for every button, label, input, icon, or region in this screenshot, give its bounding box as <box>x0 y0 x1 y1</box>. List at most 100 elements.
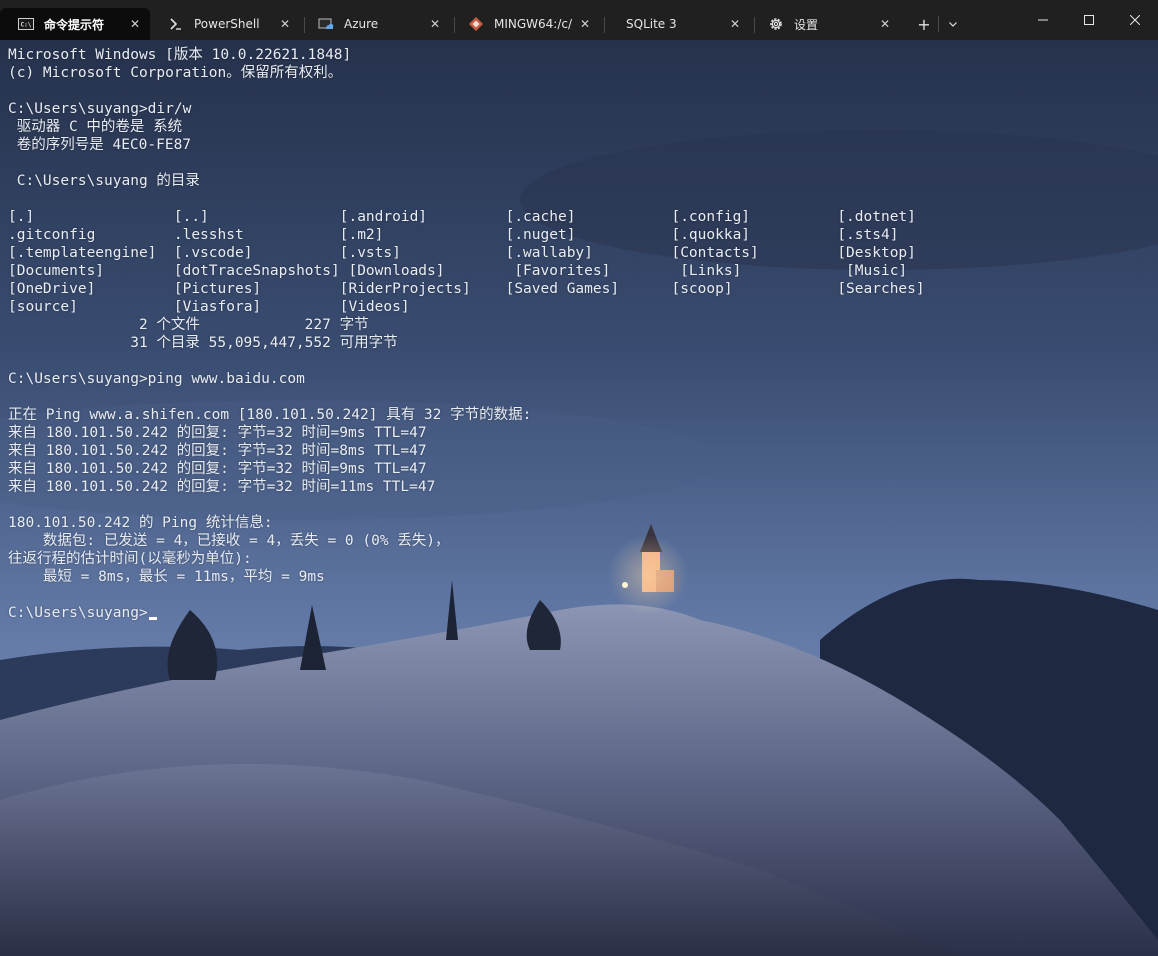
gear-icon <box>768 16 784 32</box>
terminal-line-text: [.] [..] [.android] [.cache] [.config] [… <box>8 209 916 225</box>
terminal-line-text: 正在 Ping www.a.shifen.com [180.101.50.242… <box>8 407 532 423</box>
terminal-line: 31 个目录 55,095,447,552 可用字节 <box>8 334 925 352</box>
minimize-button[interactable] <box>1020 0 1066 40</box>
terminal-line-text: 来自 180.101.50.242 的回复: 字节=32 时间=11ms TTL… <box>8 479 436 495</box>
cmd-icon: C:\ <box>18 16 34 32</box>
terminal-line: 驱动器 C 中的卷是 系统 <box>8 118 925 136</box>
terminal-line-text: (c) Microsoft Corporation。保留所有权利。 <box>8 65 343 81</box>
close-tab-button[interactable]: ✕ <box>724 13 746 35</box>
terminal-line-text: [.templateengine] [.vscode] [.vsts] [.wa… <box>8 245 916 261</box>
terminal-line-text: 180.101.50.242 的 Ping 统计信息: <box>8 515 273 531</box>
new-tab-button[interactable]: + <box>910 11 938 37</box>
tab-strip: C:\ 命令提示符 ✕ PowerShell ✕ Azure ✕ MINGW64… <box>0 0 967 40</box>
terminal-line: 来自 180.101.50.242 的回复: 字节=32 时间=9ms TTL=… <box>8 424 925 442</box>
terminal-line-text: [source] [Viasfora] [Videos] <box>8 299 410 315</box>
terminal-line: 180.101.50.242 的 Ping 统计信息: <box>8 514 925 532</box>
close-tab-button[interactable]: ✕ <box>574 13 596 35</box>
terminal-line: 数据包: 已发送 = 4，已接收 = 4，丢失 = 0 (0% 丢失)， <box>8 532 925 550</box>
new-tab-group: + <box>910 11 967 37</box>
tab-label: 命令提示符 <box>44 17 105 32</box>
terminal-line: 来自 180.101.50.242 的回复: 字节=32 时间=11ms TTL… <box>8 478 925 496</box>
close-tab-button[interactable]: ✕ <box>124 13 146 35</box>
terminal-line-text: C:\Users\suyang>ping www.baidu.com <box>8 371 305 387</box>
terminal-line-text: [OneDrive] [Pictures] [RiderProjects] [S… <box>8 281 925 297</box>
terminal-line-text: [Documents] [dotTraceSnapshots] [Downloa… <box>8 263 908 279</box>
terminal-line-text: 来自 180.101.50.242 的回复: 字节=32 时间=9ms TTL=… <box>8 425 427 441</box>
terminal-line: [.templateengine] [.vscode] [.vsts] [.wa… <box>8 244 925 262</box>
tab-label: SQLite 3 <box>626 17 677 31</box>
tab-mingw64[interactable]: MINGW64:/c/ ✕ <box>458 8 605 40</box>
text-cursor <box>148 617 157 620</box>
terminal-line: [OneDrive] [Pictures] [RiderProjects] [S… <box>8 280 925 298</box>
tab-label: 设置 <box>794 17 819 32</box>
close-tab-button[interactable]: ✕ <box>274 13 296 35</box>
terminal-line: 最短 = 8ms，最长 = 11ms，平均 = 9ms <box>8 568 925 586</box>
azure-cloud-shell-icon <box>318 16 334 32</box>
terminal-line-text: 来自 180.101.50.242 的回复: 字节=32 时间=8ms TTL=… <box>8 443 427 459</box>
terminal-line-text: Microsoft Windows [版本 10.0.22621.1848] <box>8 47 352 63</box>
terminal-line-text: 2 个文件 227 字节 <box>8 317 369 333</box>
terminal-line: (c) Microsoft Corporation。保留所有权利。 <box>8 64 925 82</box>
powershell-icon <box>168 16 184 32</box>
terminal-line: 来自 180.101.50.242 的回复: 字节=32 时间=9ms TTL=… <box>8 460 925 478</box>
chevron-down-icon <box>949 22 957 27</box>
tab-label: Azure <box>344 17 379 31</box>
terminal-line-text: 驱动器 C 中的卷是 系统 <box>8 119 183 135</box>
terminal-line: Microsoft Windows [版本 10.0.22621.1848] <box>8 46 925 64</box>
terminal-line: [Documents] [dotTraceSnapshots] [Downloa… <box>8 262 925 280</box>
terminal-output: Microsoft Windows [版本 10.0.22621.1848] (c… <box>8 46 925 622</box>
close-window-button[interactable] <box>1112 0 1158 40</box>
tab-azure[interactable]: Azure ✕ <box>308 8 455 40</box>
terminal-line-text: C:\Users\suyang>dir/w <box>8 101 192 117</box>
close-tab-button[interactable]: ✕ <box>874 13 896 35</box>
terminal-line-text: 最短 = 8ms，最长 = 11ms，平均 = 9ms <box>8 569 325 585</box>
git-bash-icon <box>468 16 484 32</box>
tab-separator <box>604 17 605 33</box>
window-controls <box>1020 0 1158 40</box>
terminal-line: C:\Users\suyang>dir/w <box>8 100 925 118</box>
minimize-icon <box>1038 19 1048 21</box>
maximize-icon <box>1084 15 1094 25</box>
title-bar: C:\ 命令提示符 ✕ PowerShell ✕ Azure ✕ MINGW64… <box>0 0 1158 40</box>
tab-powershell[interactable]: PowerShell ✕ <box>158 8 305 40</box>
terminal-line: .gitconfig .lesshst [.m2] [.nuget] [.quo… <box>8 226 925 244</box>
tab-separator <box>754 17 755 33</box>
tab-separator <box>304 17 305 33</box>
tab-separator <box>454 17 455 33</box>
terminal-line: 正在 Ping www.a.shifen.com [180.101.50.242… <box>8 406 925 424</box>
terminal-line-text: 数据包: 已发送 = 4，已接收 = 4，丢失 = 0 (0% 丢失)， <box>8 533 450 549</box>
terminal-line-text: C:\Users\suyang> <box>8 605 148 621</box>
terminal-line: 往返行程的估计时间(以毫秒为单位): <box>8 550 925 568</box>
tab-sqlite[interactable]: SQLite 3 ✕ <box>608 8 755 40</box>
tab-settings[interactable]: 设置 ✕ <box>758 8 900 40</box>
terminal-line-text: 31 个目录 55,095,447,552 可用字节 <box>8 335 398 351</box>
terminal-line: 来自 180.101.50.242 的回复: 字节=32 时间=8ms TTL=… <box>8 442 925 460</box>
profile-dropdown-button[interactable] <box>939 11 967 37</box>
close-icon <box>1130 15 1140 25</box>
terminal-line-text: .gitconfig .lesshst [.m2] [.nuget] [.quo… <box>8 227 899 243</box>
tab-label: MINGW64:/c/ <box>494 17 573 31</box>
terminal-line-text: C:\Users\suyang 的目录 <box>8 173 200 189</box>
terminal-line: C:\Users\suyang 的目录 <box>8 172 925 190</box>
terminal-line: 2 个文件 227 字节 <box>8 316 925 334</box>
close-tab-button[interactable]: ✕ <box>424 13 446 35</box>
terminal-line-text: 往返行程的估计时间(以毫秒为单位): <box>8 551 252 567</box>
terminal-line-text: 来自 180.101.50.242 的回复: 字节=32 时间=9ms TTL=… <box>8 461 427 477</box>
maximize-button[interactable] <box>1066 0 1112 40</box>
terminal-line: C:\Users\suyang> <box>8 604 925 622</box>
terminal-line: C:\Users\suyang>ping www.baidu.com <box>8 370 925 388</box>
terminal-pane[interactable]: Microsoft Windows [版本 10.0.22621.1848] (c… <box>0 40 1158 956</box>
terminal-line: [.] [..] [.android] [.cache] [.config] [… <box>8 208 925 226</box>
terminal-line-text: 卷的序列号是 4EC0-FE87 <box>8 137 192 153</box>
tab-label: PowerShell <box>194 17 260 31</box>
tab-command-prompt[interactable]: C:\ 命令提示符 ✕ <box>0 8 150 40</box>
terminal-line: [source] [Viasfora] [Videos] <box>8 298 925 316</box>
svg-text:C:\: C:\ <box>21 22 32 29</box>
